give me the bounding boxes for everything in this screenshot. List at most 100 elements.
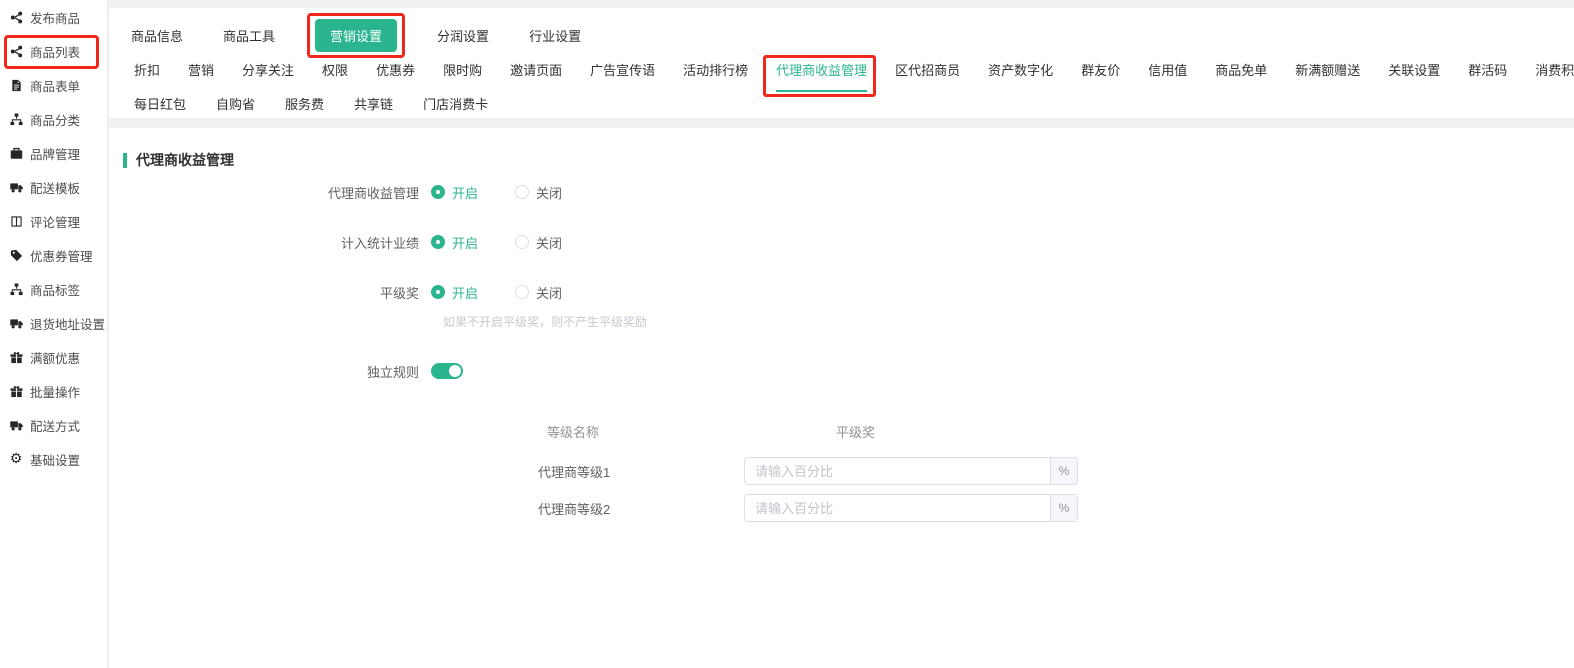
primary-tab-bar: 商品信息 商品工具 营销设置 分润设置 行业设置 <box>109 8 1574 52</box>
tab-credit-value[interactable]: 信用值 <box>1148 60 1187 79</box>
tab-shared-chain[interactable]: 共享链 <box>354 94 393 113</box>
sidebar-item-product-list[interactable]: 商品列表 <box>0 34 107 68</box>
tab-district-agent-recruiter[interactable]: 区代招商员 <box>895 60 960 79</box>
radio-label: 关闭 <box>536 183 562 202</box>
tab-label: 代理商收益管理 <box>776 63 867 78</box>
sitemap-icon <box>9 112 23 126</box>
tab-product-free-order[interactable]: 商品免单 <box>1215 60 1267 79</box>
radio-option-on[interactable]: 开启 <box>431 233 478 252</box>
same-level-award-hint: 如果不开启平级奖，则不产生平级奖励 <box>443 313 1574 330</box>
sidebar-item-coupon-management[interactable]: 优惠券管理 <box>0 238 107 272</box>
columns-icon <box>9 214 23 228</box>
table-header-row: 等级名称 平级奖 <box>538 422 1574 441</box>
sidebar-item-label: 品牌管理 <box>30 144 80 163</box>
radio-group: 开启 关闭 <box>431 283 599 302</box>
briefcase-icon <box>9 146 23 160</box>
sidebar-item-label: 商品列表 <box>30 42 80 61</box>
radio-unselected-icon[interactable] <box>515 285 529 299</box>
level-award-table: 等级名称 平级奖 代理商等级1 % 代理商等级2 <box>538 422 1574 522</box>
sidebar-item-delivery-method[interactable]: 配送方式 <box>0 408 107 442</box>
tab-coupon[interactable]: 优惠券 <box>376 60 415 79</box>
radio-label: 开启 <box>452 233 478 252</box>
tab-discount[interactable]: 折扣 <box>134 60 160 79</box>
form-row-count-statistics: 计入统计业绩 开启 关闭 <box>109 228 1574 256</box>
sidebar-item-return-address-settings[interactable]: 退货地址设置 <box>0 306 107 340</box>
settings-form: 代理商收益管理 开启 关闭 计入统计业绩 <box>109 178 1574 522</box>
tab-group-live-code[interactable]: 群活码 <box>1468 60 1507 79</box>
sidebar-item-delivery-template[interactable]: 配送模板 <box>0 170 107 204</box>
tab-profit-sharing-settings[interactable]: 分润设置 <box>437 26 489 45</box>
sidebar-item-comment-management[interactable]: 评论管理 <box>0 204 107 238</box>
tab-ad-slogan[interactable]: 广告宣传语 <box>590 60 655 79</box>
radio-unselected-icon[interactable] <box>515 185 529 199</box>
tag-icon <box>9 248 23 262</box>
sidebar-item-label: 配送方式 <box>30 416 80 435</box>
tab-industry-settings[interactable]: 行业设置 <box>529 26 581 45</box>
sidebar-item-basic-settings[interactable]: ⚙ 基础设置 <box>0 442 107 476</box>
radio-selected-icon[interactable] <box>431 185 445 199</box>
tab-share-follow[interactable]: 分享关注 <box>242 60 294 79</box>
tab-marketing-settings[interactable]: 营销设置 <box>315 19 397 52</box>
radio-label: 开启 <box>452 183 478 202</box>
sidebar-item-full-amount-discount[interactable]: 满额优惠 <box>0 340 107 374</box>
tab-agent-revenue-management[interactable]: 代理商收益管理 <box>776 60 867 79</box>
section-title-bar <box>123 153 127 168</box>
column-header-same-level-award: 平级奖 <box>744 422 1078 441</box>
section-title: 代理商收益管理 <box>109 128 1574 170</box>
form-row-agent-revenue: 代理商收益管理 开启 关闭 <box>109 178 1574 206</box>
sidebar-item-label: 批量操作 <box>30 382 80 401</box>
sidebar-item-brand-management[interactable]: 品牌管理 <box>0 136 107 170</box>
field-label: 计入统计业绩 <box>109 233 431 252</box>
tab-activity-ranking[interactable]: 活动排行榜 <box>683 60 748 79</box>
radio-option-off[interactable]: 关闭 <box>515 233 562 252</box>
tab-service-fee[interactable]: 服务费 <box>285 94 324 113</box>
tab-permissions[interactable]: 权限 <box>322 60 348 79</box>
sidebar-item-label: 商品分类 <box>30 110 80 129</box>
tab-consumption-points2[interactable]: 消费积分2 <box>1535 60 1574 79</box>
independent-rules-toggle[interactable] <box>431 363 463 379</box>
tab-asset-digitization[interactable]: 资产数字化 <box>988 60 1053 79</box>
section-title-text: 代理商收益管理 <box>136 150 234 170</box>
percentage-input[interactable] <box>744 457 1051 485</box>
sidebar-item-label: 商品表单 <box>30 76 80 95</box>
percent-suffix: % <box>1051 457 1078 485</box>
percent-suffix: % <box>1051 494 1078 522</box>
sidebar-item-product-tags[interactable]: 商品标签 <box>0 272 107 306</box>
form-document-icon <box>9 78 23 92</box>
product-list-icon <box>9 44 23 58</box>
tab-store-consumption-card[interactable]: 门店消费卡 <box>423 94 488 113</box>
tab-group-friend-price[interactable]: 群友价 <box>1081 60 1120 79</box>
radio-selected-icon[interactable] <box>431 235 445 249</box>
content-panel: 代理商收益管理 代理商收益管理 开启 关闭 <box>109 128 1574 668</box>
sidebar-item-product-form[interactable]: 商品表单 <box>0 68 107 102</box>
radio-option-on[interactable]: 开启 <box>431 183 478 202</box>
radio-option-off[interactable]: 关闭 <box>515 283 562 302</box>
form-row-independent-rules: 独立规则 <box>109 360 1574 382</box>
tab-product-info[interactable]: 商品信息 <box>131 26 183 45</box>
gift-icon <box>9 350 23 364</box>
radio-unselected-icon[interactable] <box>515 235 529 249</box>
sidebar-item-label: 退货地址设置 <box>30 314 105 333</box>
radio-option-on[interactable]: 开启 <box>431 283 478 302</box>
tab-daily-red-packet[interactable]: 每日红包 <box>134 94 186 113</box>
field-label: 代理商收益管理 <box>109 183 431 202</box>
sidebar-item-batch-operations[interactable]: 批量操作 <box>0 374 107 408</box>
sidebar-item-product-category[interactable]: 商品分类 <box>0 102 107 136</box>
sidebar-item-label: 基础设置 <box>30 450 80 469</box>
radio-selected-icon[interactable] <box>431 285 445 299</box>
percentage-input[interactable] <box>744 494 1051 522</box>
radio-option-off[interactable]: 关闭 <box>515 183 562 202</box>
sidebar-item-publish-product[interactable]: 发布商品 <box>0 0 107 34</box>
tab-product-tools[interactable]: 商品工具 <box>223 26 275 45</box>
tab-marketing[interactable]: 营销 <box>188 60 214 79</box>
tabs-card: 商品信息 商品工具 营销设置 分润设置 行业设置 折扣 营销 分享关注 权限 优… <box>109 8 1574 118</box>
tab-association-settings[interactable]: 关联设置 <box>1388 60 1440 79</box>
active-tab-underline <box>776 90 867 92</box>
tab-flash-sale[interactable]: 限时购 <box>443 60 482 79</box>
tab-invite-page[interactable]: 邀请页面 <box>510 60 562 79</box>
form-row-same-level-award: 平级奖 开启 关闭 <box>109 278 1574 306</box>
share-nodes-icon <box>9 10 23 24</box>
tab-self-purchase-save[interactable]: 自购省 <box>216 94 255 113</box>
field-label: 独立规则 <box>109 362 431 381</box>
tab-new-full-amount-gift[interactable]: 新满额赠送 <box>1295 60 1360 79</box>
